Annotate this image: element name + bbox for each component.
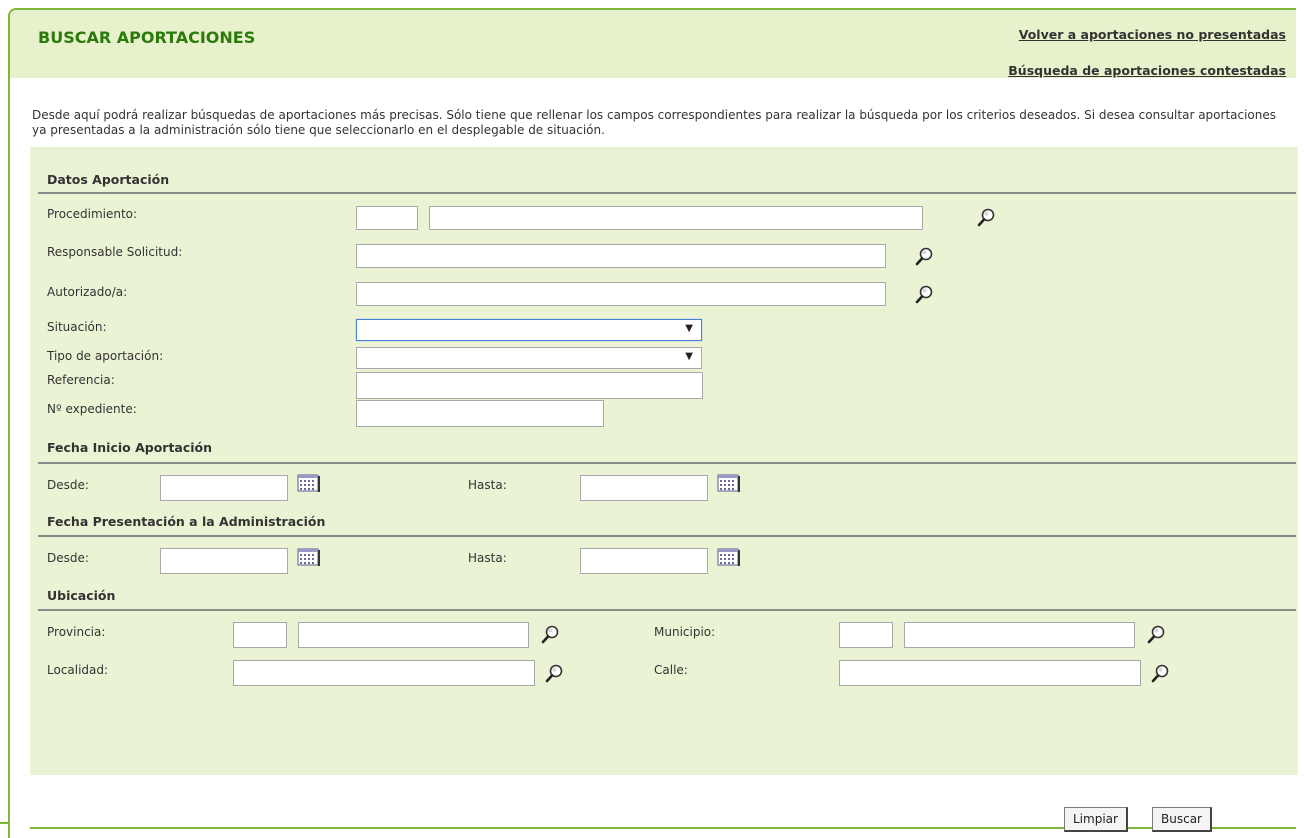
autorizado-search-icon[interactable]	[914, 284, 936, 306]
expediente-input[interactable]	[356, 400, 604, 427]
calle-search-icon[interactable]	[1150, 663, 1172, 685]
section-rule	[38, 609, 1296, 611]
calle-input[interactable]	[839, 660, 1141, 686]
inicio-desde-label: Desde:	[47, 478, 89, 492]
limpiar-button[interactable]: Limpiar	[1064, 807, 1128, 832]
chevron-down-icon: ▼	[685, 351, 693, 362]
localidad-search-icon[interactable]	[544, 663, 566, 685]
referencia-label: Referencia:	[47, 373, 115, 387]
procedimiento-code-input[interactable]	[356, 206, 418, 230]
situacion-select[interactable]: ▼	[356, 319, 702, 341]
section-fecha-presentacion: Fecha Presentación a la Administración	[47, 514, 326, 529]
situacion-label: Situación:	[47, 320, 107, 334]
inicio-desde-calendar-icon[interactable]	[297, 473, 321, 493]
pres-desde-input[interactable]	[160, 548, 288, 574]
intro-text: Desde aquí podrá realizar búsquedas de a…	[32, 108, 1277, 137]
section-datos-aportacion: Datos Aportación	[47, 172, 170, 187]
referencia-input[interactable]	[356, 372, 703, 399]
inicio-hasta-label: Hasta:	[468, 478, 507, 492]
autorizado-label: Autorizado/a:	[47, 285, 128, 299]
tipo-label: Tipo de aportación:	[47, 349, 164, 363]
section-rule	[38, 192, 1296, 194]
procedimiento-name-input[interactable]	[429, 206, 923, 230]
link-volver-no-presentadas[interactable]: Volver a aportaciones no presentadas	[1019, 27, 1286, 42]
section-rule	[38, 535, 1296, 537]
pres-hasta-label: Hasta:	[468, 551, 507, 565]
municipio-search-icon[interactable]	[1146, 624, 1168, 646]
responsable-search-icon[interactable]	[914, 246, 936, 268]
responsable-input[interactable]	[356, 244, 886, 268]
provincia-name-input[interactable]	[298, 622, 529, 648]
inicio-hasta-calendar-icon[interactable]	[717, 473, 741, 493]
chevron-down-icon: ▼	[685, 323, 693, 334]
buscar-button[interactable]: Buscar	[1152, 807, 1212, 832]
expediente-label: Nº expediente:	[47, 402, 137, 416]
pres-desde-calendar-icon[interactable]	[297, 547, 321, 567]
inicio-desde-input[interactable]	[160, 475, 288, 501]
provincia-label: Provincia:	[47, 625, 106, 639]
municipio-label: Municipio:	[654, 625, 716, 639]
provincia-search-icon[interactable]	[540, 624, 562, 646]
responsable-label: Responsable Solicitud:	[47, 245, 183, 259]
pres-hasta-input[interactable]	[580, 548, 708, 574]
provincia-code-input[interactable]	[233, 622, 287, 648]
section-fecha-inicio: Fecha Inicio Aportación	[47, 440, 213, 455]
calle-label: Calle:	[654, 663, 688, 677]
section-ubicacion: Ubicación	[47, 588, 116, 603]
localidad-label: Localidad:	[47, 663, 109, 677]
section-rule	[38, 462, 1296, 464]
pres-hasta-calendar-icon[interactable]	[717, 547, 741, 567]
municipio-code-input[interactable]	[839, 622, 893, 648]
municipio-name-input[interactable]	[904, 622, 1135, 648]
localidad-input[interactable]	[233, 660, 535, 686]
autorizado-input[interactable]	[356, 282, 886, 306]
procedimiento-label: Procedimiento:	[47, 207, 138, 221]
link-busqueda-contestadas[interactable]: Búsqueda de aportaciones contestadas	[1008, 63, 1286, 78]
pres-desde-label: Desde:	[47, 551, 89, 565]
tipo-select[interactable]: ▼	[356, 347, 702, 369]
inicio-hasta-input[interactable]	[580, 475, 708, 501]
page-title: BUSCAR APORTACIONES	[38, 28, 256, 47]
procedimiento-search-icon[interactable]	[976, 207, 998, 229]
